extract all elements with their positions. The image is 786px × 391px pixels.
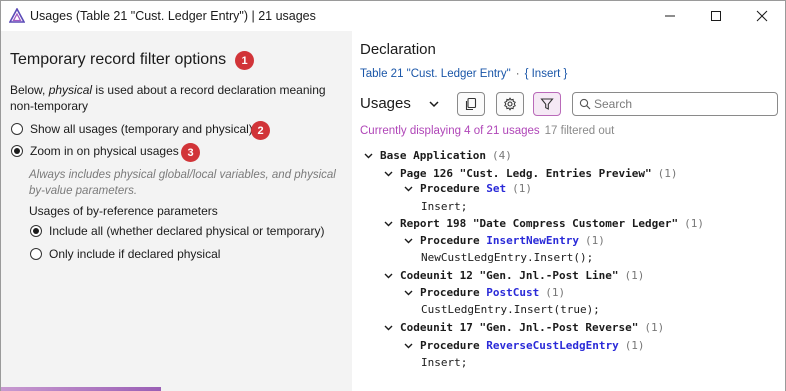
option-physical-usages[interactable]: Zoom in on physical usages (11, 144, 179, 158)
tree-object-count: (1) (657, 167, 678, 180)
physical-hint: Always includes physical global/local va… (29, 169, 336, 197)
maximize-icon (711, 11, 721, 21)
minimize-button[interactable] (647, 1, 693, 31)
declaration-separator: · (515, 68, 520, 80)
tree-root-count: (4) (491, 149, 512, 162)
procedure-keyword: Procedure (420, 339, 480, 352)
tree-node-procedure[interactable]: Procedure PostCust (1) (403, 286, 565, 299)
radio-physical-usages[interactable] (11, 145, 23, 157)
option-byref-include-all-label: Include all (whether declared physical o… (49, 224, 325, 238)
step-badge-2: 2 (251, 121, 270, 140)
chevron-down-icon[interactable] (403, 340, 414, 351)
radio-byref-only-physical[interactable] (30, 248, 42, 260)
tree-object-label: Codeunit 17 "Gen. Jnl.-Post Reverse" (400, 321, 639, 334)
chevron-down-icon[interactable] (403, 183, 414, 194)
step-badge-1: 1 (235, 51, 254, 70)
chevron-down-icon[interactable] (427, 97, 441, 111)
tree-node-object[interactable]: Codeunit 12 "Gen. Jnl.-Post Line" (1) (383, 269, 644, 282)
usage-code-line[interactable]: CustLedgEntry.Insert(true); (421, 303, 600, 316)
procedure-name: InsertNewEntry (486, 234, 579, 247)
chevron-down-icon[interactable] (383, 322, 394, 333)
usage-code-line[interactable]: Insert; (421, 200, 467, 213)
filter-icon (540, 98, 554, 110)
filter-description: Below, physical is used about a record d… (10, 82, 340, 114)
gear-icon (504, 97, 516, 111)
chevron-down-icon[interactable] (383, 218, 394, 229)
declaration-trigger-link[interactable]: { Insert } (525, 68, 568, 80)
radio-byref-include-all[interactable] (30, 225, 42, 237)
tree-node-root[interactable]: Base Application (4) (363, 149, 512, 162)
copy-icon (465, 97, 477, 111)
search-icon (579, 98, 591, 110)
usages-title: Usages (360, 95, 411, 112)
tree-object-label: Page 126 "Cust. Ledg. Entries Preview" (400, 167, 652, 180)
status-filtered-out: 17 filtered out (544, 125, 615, 137)
status-displaying: Currently displaying 4 of 21 usages (360, 125, 540, 137)
window-title: Usages (Table 21 "Cust. Ledger Entry") |… (30, 9, 316, 23)
title-bar: Usages (Table 21 "Cust. Ledger Entry") |… (1, 1, 785, 31)
tree-node-object[interactable]: Report 198 "Date Compress Customer Ledge… (383, 217, 704, 230)
chevron-down-icon[interactable] (403, 287, 414, 298)
settings-button[interactable] (496, 92, 524, 116)
search-input[interactable] (594, 96, 774, 112)
tree-node-object[interactable]: Page 126 "Cust. Ledg. Entries Preview" (… (383, 167, 678, 180)
procedure-keyword: Procedure (420, 182, 480, 195)
chevron-down-icon[interactable] (383, 168, 394, 179)
procedure-name: ReverseCustLedgEntry (486, 339, 619, 352)
loading-progress-bar (1, 387, 161, 391)
declaration-link[interactable]: Table 21 "Cust. Ledger Entry" (360, 68, 511, 80)
declaration-breadcrumb: Table 21 "Cust. Ledger Entry" · { Insert } (360, 68, 567, 80)
option-byref-only-physical[interactable]: Only include if declared physical (30, 247, 220, 261)
close-button[interactable] (739, 1, 785, 31)
procedure-count: (1) (584, 234, 605, 247)
option-physical-usages-label: Zoom in on physical usages (30, 144, 179, 158)
description-text: Below, (10, 83, 49, 97)
tree-object-count: (1) (684, 217, 705, 230)
procedure-name: PostCust (486, 286, 540, 299)
usages-window: Usages (Table 21 "Cust. Ledger Entry") |… (0, 0, 786, 391)
procedure-count: (1) (624, 339, 645, 352)
tree-root-label: Base Application (380, 149, 486, 162)
filter-options-title: Temporary record filter options (10, 51, 227, 68)
maximize-button[interactable] (693, 1, 739, 31)
tree-node-procedure[interactable]: Procedure InsertNewEntry (1) (403, 234, 605, 247)
usage-code-line[interactable]: Insert; (421, 356, 467, 369)
usages-pane: Declaration Table 21 "Cust. Ledger Entry… (352, 31, 785, 391)
tree-object-count: (1) (624, 269, 645, 282)
tree-object-count: (1) (644, 321, 665, 334)
procedure-keyword: Procedure (420, 286, 480, 299)
tree-node-procedure[interactable]: Procedure Set (1) (403, 182, 532, 195)
step-badge-3: 3 (181, 143, 200, 162)
tree-node-procedure[interactable]: Procedure ReverseCustLedgEntry (1) (403, 339, 645, 352)
description-emphasis: physical (48, 83, 93, 97)
tree-object-label: Report 198 "Date Compress Customer Ledge… (400, 217, 679, 230)
radio-all-usages[interactable] (11, 123, 23, 135)
option-byref-include-all[interactable]: Include all (whether declared physical o… (30, 224, 324, 238)
copy-button[interactable] (457, 92, 485, 116)
close-icon (756, 10, 768, 22)
procedure-keyword: Procedure (420, 234, 480, 247)
chevron-down-icon[interactable] (403, 235, 414, 246)
option-all-usages-label: Show all usages (temporary and physical) (30, 122, 253, 136)
tree-node-object[interactable]: Codeunit 17 "Gen. Jnl.-Post Reverse" (1) (383, 321, 664, 334)
byref-label: Usages of by-reference parameters (29, 204, 218, 218)
filter-status: Currently displaying 4 of 21 usages 17 fi… (360, 125, 614, 137)
tree-object-label: Codeunit 12 "Gen. Jnl.-Post Line" (400, 269, 619, 282)
minimize-icon (665, 15, 675, 17)
procedure-count: (1) (545, 286, 566, 299)
filter-toggle-button[interactable] (533, 92, 561, 116)
option-all-usages[interactable]: Show all usages (temporary and physical) (11, 122, 253, 136)
usage-code-line[interactable]: NewCustLedgEntry.Insert(); (421, 251, 593, 264)
chevron-down-icon[interactable] (383, 270, 394, 281)
procedure-count: (1) (512, 182, 532, 195)
chevron-down-icon[interactable] (363, 150, 374, 161)
option-byref-only-physical-label: Only include if declared physical (49, 247, 221, 261)
declaration-title: Declaration (360, 41, 436, 58)
app-logo-icon (9, 8, 25, 23)
procedure-name: Set (486, 182, 507, 195)
filter-options-pane: Temporary record filter options 1 Below,… (1, 31, 352, 391)
search-box[interactable] (572, 92, 778, 116)
